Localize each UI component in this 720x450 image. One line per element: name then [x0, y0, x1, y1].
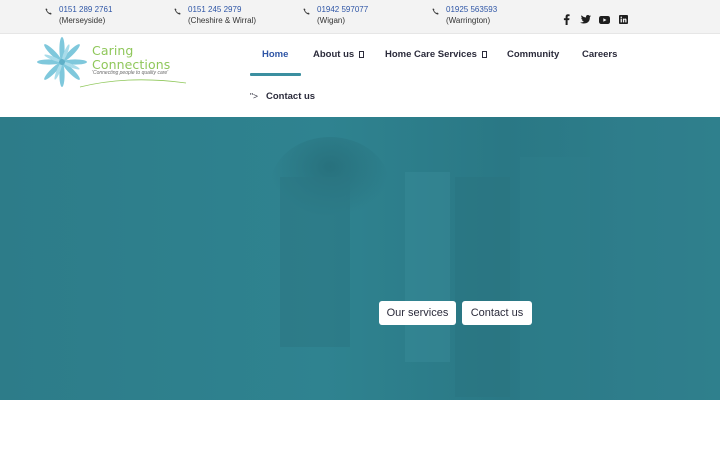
phone-number-link[interactable]: 01942 597077 — [317, 5, 368, 15]
twitter-icon[interactable] — [580, 14, 591, 25]
linkedin-icon[interactable] — [618, 14, 629, 25]
our-services-button[interactable]: Our services — [379, 301, 456, 325]
nav-home[interactable]: Home — [262, 49, 288, 60]
contact-merseyside: 0151 289 2761 (Merseyside) — [45, 5, 112, 26]
contact-us-button[interactable]: Contact us — [462, 301, 532, 325]
phone-area-label: (Cheshire & Wirral) — [188, 16, 257, 25]
phone-icon — [45, 8, 52, 15]
phone-number-link[interactable]: 01925 563593 — [446, 5, 497, 15]
phone-area-label: (Warrington) — [446, 16, 491, 25]
site-header: Caring Connections 'Connecting people to… — [0, 35, 720, 117]
dropdown-caret-icon — [481, 51, 487, 58]
site-logo[interactable]: Caring Connections 'Connecting people to… — [36, 37, 191, 92]
page-content-area — [0, 400, 720, 450]
logo-tagline: 'Connecting people to quality care' — [92, 70, 169, 76]
nav-home-care-services[interactable]: Home Care Services — [385, 49, 487, 60]
hero-background-image — [0, 117, 720, 400]
nav-services-label: Home Care Services — [385, 49, 477, 60]
youtube-icon[interactable] — [599, 14, 610, 25]
phone-area-label: (Wigan) — [317, 16, 346, 25]
nav-about-label: About us — [313, 49, 355, 60]
logo-swoosh-icon — [79, 79, 187, 88]
social-links — [561, 14, 637, 25]
nav-contact-us[interactable]: Contact us — [266, 91, 315, 102]
logo-text-line1: Caring — [92, 43, 134, 58]
phone-icon — [432, 8, 439, 15]
top-contact-bar: 0151 289 2761 (Merseyside) 0151 245 2979… — [0, 0, 720, 34]
nav-community[interactable]: Community — [507, 49, 559, 60]
dropdown-caret-icon — [359, 51, 365, 58]
phone-icon — [303, 8, 310, 15]
contact-wigan: 01942 597077 (Wigan) — [303, 5, 368, 26]
facebook-icon[interactable] — [561, 14, 572, 25]
phone-number-link[interactable]: 0151 245 2979 — [188, 5, 256, 15]
phone-number-link[interactable]: 0151 289 2761 — [59, 5, 112, 15]
nav-active-indicator — [250, 73, 301, 76]
phone-area-label: (Merseyside) — [59, 16, 106, 25]
nav-careers[interactable]: Careers — [582, 49, 617, 60]
nav-about-us[interactable]: About us — [313, 49, 365, 60]
contact-warrington: 01925 563593 (Warrington) — [432, 5, 497, 26]
stray-markup-text: "> — [250, 91, 258, 101]
contact-cheshire: 0151 245 2979 (Cheshire & Wirral) — [174, 5, 256, 26]
hero-banner: Our services Contact us — [0, 117, 720, 400]
phone-icon — [174, 8, 181, 15]
